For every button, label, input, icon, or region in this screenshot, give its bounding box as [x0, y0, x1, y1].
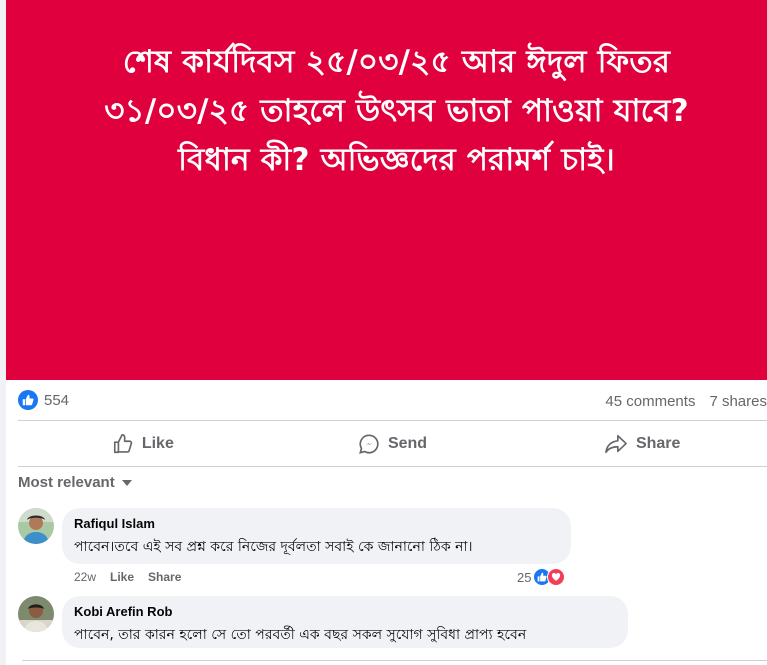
- reaction-summary[interactable]: 554: [18, 390, 69, 410]
- comment-composer-edge: [22, 660, 767, 665]
- stats-right: 45 comments 7 shares: [605, 393, 767, 410]
- comment-text: পাবেন, তার কারন হলো সে তো পরবর্তী এক বছর…: [74, 627, 527, 643]
- comment-reaction-count: 25: [517, 569, 532, 585]
- like-count: 554: [44, 391, 70, 409]
- send-button-label: Send: [387, 435, 428, 452]
- comment-bubble: Rafiqul Islam পাবেন।তবে এই সব প্রশ্ন করে…: [62, 508, 571, 564]
- chevron-down-icon: [121, 479, 132, 486]
- send-button[interactable]: Send: [268, 424, 518, 464]
- comment-meta: 22w Like Share: [74, 570, 181, 584]
- comment-reactions[interactable]: 25: [517, 568, 566, 586]
- like-icon: [113, 434, 133, 454]
- post-stats: 554 45 comments 7 shares: [18, 388, 767, 416]
- comment-author[interactable]: Rafiqul Islam: [74, 516, 559, 532]
- comment-filter-dropdown[interactable]: Most relevant: [18, 474, 133, 491]
- share-button-label: Share: [635, 435, 681, 452]
- share-button[interactable]: Share: [517, 424, 767, 464]
- post-actions: Like Send Share: [18, 424, 767, 464]
- comment-share-button[interactable]: Share: [148, 570, 181, 584]
- divider: [18, 420, 767, 421]
- comments-count-link[interactable]: 45 comments: [605, 393, 695, 410]
- divider: [18, 466, 767, 467]
- post-headline: শেষ কার্যদিবস ২৫/০৩/২৫ আর ঈদুল ফিতর ৩১/০…: [26, 38, 767, 185]
- comment-timestamp[interactable]: 22w: [74, 570, 96, 584]
- send-icon: [359, 434, 379, 454]
- like-icon: [18, 390, 38, 410]
- avatar[interactable]: [18, 596, 54, 632]
- headline-line-3: বিধান কী? অভিজ্ঞদের পরামর্শ চাই।: [178, 142, 615, 178]
- share-icon: [605, 434, 627, 454]
- like-button-label: Like: [141, 435, 174, 452]
- shares-count-link[interactable]: 7 shares: [709, 393, 767, 410]
- headline-line-1: শেষ কার্যদিবস ২৫/০৩/২৫ আর ঈদুল ফিতর: [122, 44, 671, 80]
- post-image[interactable]: শেষ কার্যদিবস ২৫/০৩/২৫ আর ঈদুল ফিতর ৩১/০…: [6, 0, 767, 380]
- comment-text: পাবেন।তবে এই সব প্রশ্ন করে নিজের দূর্বলত…: [74, 539, 473, 555]
- comment-bubble: Kobi Arefin Rob পাবেন, তার কারন হলো সে ত…: [62, 596, 628, 648]
- headline-line-2: ৩১/০৩/২৫ তাহলে উৎসব ভাতা পাওয়া যাবে?: [104, 93, 689, 129]
- love-icon: [547, 568, 566, 586]
- like-button[interactable]: Like: [18, 424, 268, 464]
- comment-filter-label: Most relevant: [18, 474, 115, 491]
- avatar[interactable]: [18, 508, 54, 544]
- comment-author[interactable]: Kobi Arefin Rob: [74, 604, 616, 620]
- facebook-post: শেষ কার্যদিবস ২৫/০৩/২৫ আর ঈদুল ফিতর ৩১/০…: [0, 0, 767, 665]
- comment-like-button[interactable]: Like: [110, 570, 134, 584]
